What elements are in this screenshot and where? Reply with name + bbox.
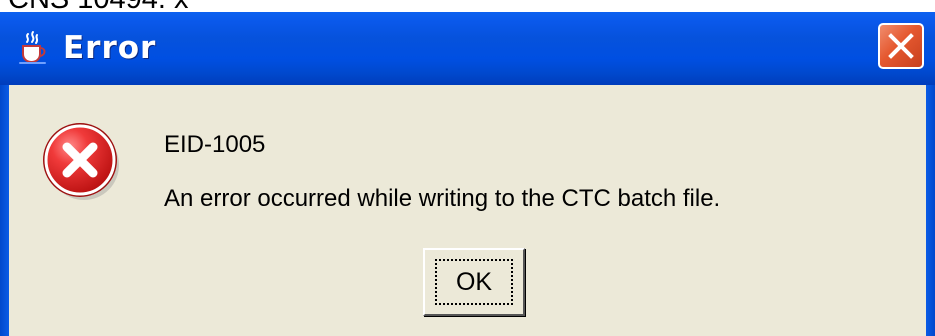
close-icon bbox=[888, 33, 914, 59]
dialog-title: Error bbox=[63, 30, 157, 66]
error-icon bbox=[38, 118, 124, 204]
window-frame-left bbox=[0, 85, 9, 336]
error-dialog: Error EID-1005 An error occurred while w… bbox=[0, 12, 935, 336]
title-bar[interactable]: Error bbox=[0, 12, 935, 85]
ok-button[interactable]: OK bbox=[423, 248, 525, 316]
window-frame-right bbox=[926, 85, 935, 336]
close-button[interactable] bbox=[878, 23, 924, 69]
error-message: An error occurred while writing to the C… bbox=[164, 185, 721, 212]
error-code: EID-1005 bbox=[164, 131, 266, 158]
ok-button-label: OK bbox=[455, 268, 493, 296]
java-cup-icon bbox=[15, 29, 51, 65]
focus-rectangle: OK bbox=[435, 259, 513, 305]
screenshot-root: CNS 10494. x Error bbox=[0, 0, 935, 336]
